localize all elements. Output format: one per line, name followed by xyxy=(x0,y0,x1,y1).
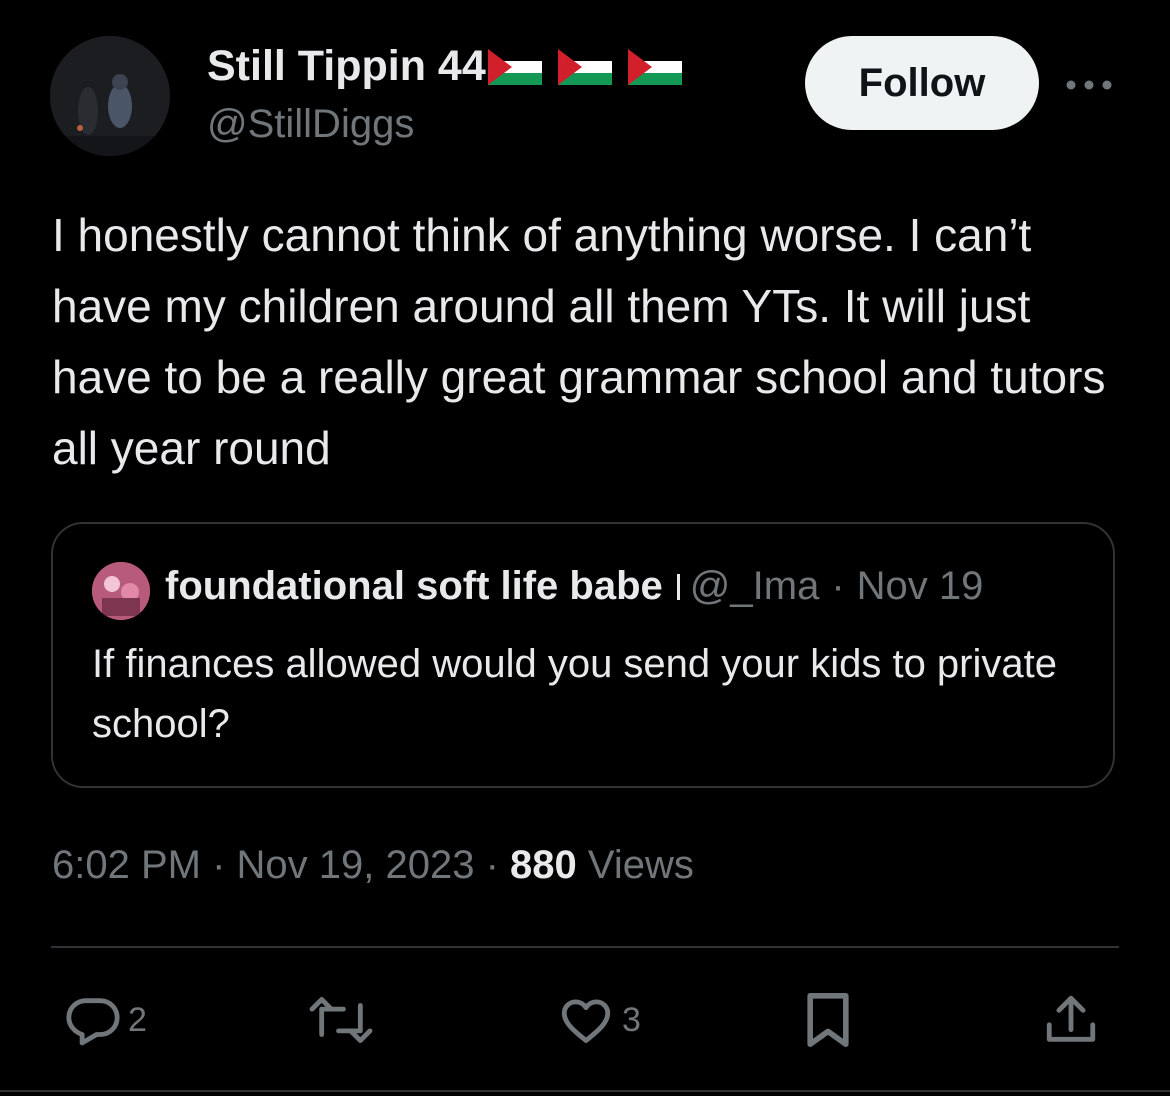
bookmark-button[interactable] xyxy=(800,990,856,1050)
share-button[interactable] xyxy=(1042,990,1100,1050)
views-count: 880 xyxy=(510,843,588,887)
palestine-flag-icon xyxy=(557,48,612,85)
author-display-name[interactable]: Still Tippin 44 xyxy=(207,42,486,91)
repost-button[interactable] xyxy=(306,990,376,1050)
quoted-tweet-card[interactable]: foundational soft life babe @_Ima · Nov … xyxy=(51,522,1115,788)
views-label: Views xyxy=(587,843,694,887)
like-count: 3 xyxy=(622,1000,641,1039)
quoted-author-avatar xyxy=(92,562,150,620)
follow-button[interactable]: Follow xyxy=(805,36,1039,130)
like-button[interactable]: 3 xyxy=(556,990,641,1050)
more-options-icon[interactable] xyxy=(1062,68,1116,102)
quoted-tweet-date: Nov 19 xyxy=(856,564,984,608)
reply-icon xyxy=(66,998,120,1046)
name-emoji-group xyxy=(487,48,682,85)
tweet-detail: Still Tippin 44 @StillDiggs Follow I hon… xyxy=(0,0,1170,1096)
heart-icon xyxy=(561,999,611,1043)
share-icon xyxy=(1046,995,1096,1042)
divider xyxy=(51,946,1119,948)
palestine-flag-icon xyxy=(627,48,682,85)
tweet-time[interactable]: 6:02 PM xyxy=(52,843,201,887)
tweet-date[interactable]: Nov 19, 2023 xyxy=(237,843,475,887)
quoted-tweet-header: foundational soft life babe @_Ima · Nov … xyxy=(165,564,983,609)
avatar-photo-icon xyxy=(92,562,150,620)
quoted-tweet-text: If finances allowed would you send your … xyxy=(92,642,1057,746)
reply-count: 2 xyxy=(128,1000,147,1039)
dot-separator: · xyxy=(485,843,511,887)
author-avatar[interactable] xyxy=(50,36,170,156)
tweet-meta: 6:02 PM · Nov 19, 2023 · 880 Views xyxy=(52,843,694,888)
dot-separator: · xyxy=(831,564,845,608)
repost-icon xyxy=(309,997,373,1043)
avatar-photo-icon xyxy=(50,36,170,156)
author-name-row[interactable]: Still Tippin 44 xyxy=(207,42,682,91)
reply-button[interactable]: 2 xyxy=(64,990,147,1050)
quoted-author-name: foundational soft life babe xyxy=(165,564,663,608)
tweet-text: I honestly cannot think of anything wors… xyxy=(52,209,1106,474)
dot-separator: · xyxy=(212,843,237,887)
quoted-author-handle: @_Ima xyxy=(689,564,820,608)
name-separator xyxy=(676,573,680,600)
divider xyxy=(0,1090,1170,1092)
author-handle[interactable]: @StillDiggs xyxy=(207,102,414,147)
ellipsis-icon xyxy=(1066,80,1112,90)
palestine-flag-icon xyxy=(487,48,542,85)
bookmark-icon xyxy=(807,993,849,1047)
